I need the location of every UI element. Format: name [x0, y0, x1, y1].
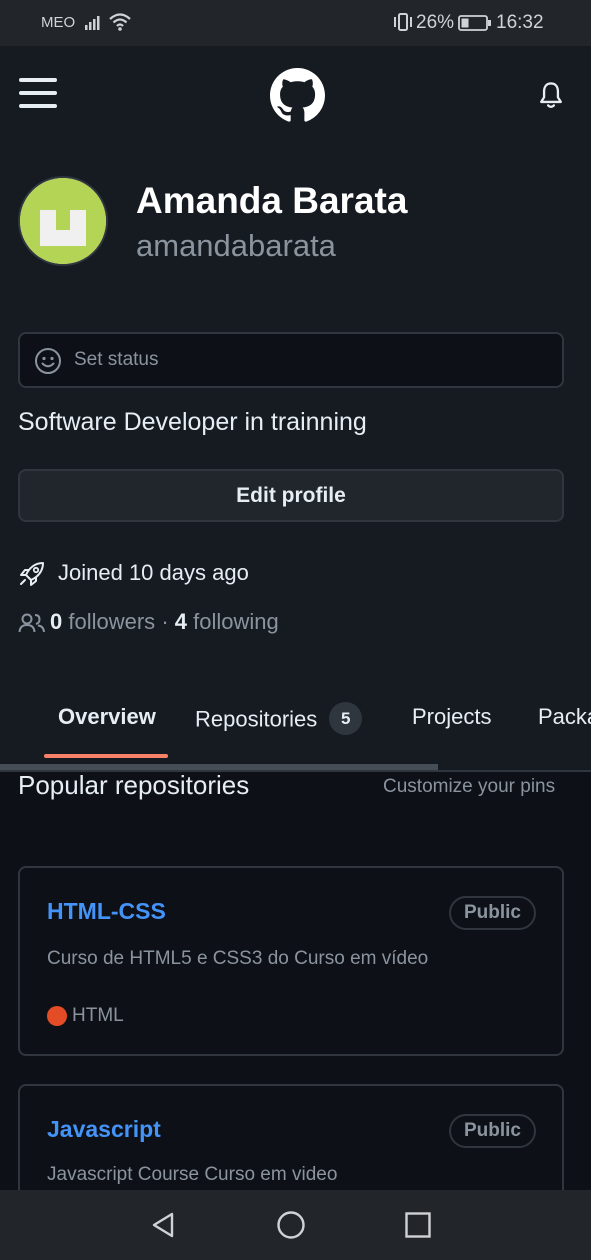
- followers-count: 0: [50, 609, 63, 634]
- identicon-image: [20, 178, 106, 264]
- home-icon[interactable]: [276, 1210, 306, 1240]
- customize-pins-link[interactable]: Customize your pins: [383, 776, 555, 798]
- following-link[interactable]: 4 following: [175, 609, 279, 634]
- bell-icon[interactable]: [537, 80, 565, 110]
- set-status-button[interactable]: Set status: [18, 332, 564, 388]
- username: amandabarata: [136, 228, 336, 263]
- repo-card-javascript: Javascript Public Javascript Course Curs…: [18, 1084, 564, 1190]
- avatar[interactable]: [18, 176, 108, 266]
- language-color-dot: [47, 1006, 67, 1026]
- tab-packages-label: Packa: [538, 704, 591, 729]
- follow-text: 0 followers · 4 following: [50, 609, 279, 635]
- battery-percent: 26%: [416, 12, 455, 33]
- visibility-badge: Public: [448, 1114, 536, 1148]
- app-header: [0, 46, 591, 146]
- visibility-badge: Public: [448, 896, 536, 930]
- active-tab-indicator: [44, 754, 168, 758]
- github-logo-icon[interactable]: [270, 68, 325, 123]
- smiley-icon: [35, 348, 61, 374]
- status-bar: MEO 26% 16:32: [0, 0, 591, 46]
- display-name: Amanda Barata: [136, 180, 408, 221]
- tab-overview[interactable]: Overview: [58, 704, 156, 730]
- carrier-label: MEO: [41, 14, 76, 31]
- followers-link[interactable]: 0 followers: [50, 609, 155, 634]
- repo-name-link[interactable]: HTML-CSS: [47, 898, 166, 925]
- tab-overview-label: Overview: [58, 704, 156, 729]
- recents-icon[interactable]: [403, 1210, 433, 1240]
- clock: 16:32: [496, 12, 544, 33]
- set-status-label: Set status: [74, 349, 159, 370]
- repo-description: Curso de HTML5 e CSS3 do Curso em vídeo: [47, 948, 429, 969]
- repo-name-link[interactable]: Javascript: [47, 1116, 161, 1143]
- battery-icon: [458, 15, 491, 31]
- wifi-icon: [109, 13, 131, 31]
- follow-stats: 0 followers · 4 following: [18, 606, 418, 638]
- follow-separator: ·: [161, 609, 169, 634]
- hamburger-menu-icon[interactable]: [19, 78, 57, 108]
- popular-repos-title: Popular repositories: [18, 770, 250, 800]
- people-icon: [18, 613, 45, 633]
- tab-projects-label: Projects: [412, 704, 492, 729]
- tab-packages[interactable]: Packa: [538, 704, 591, 730]
- system-nav-bar: [0, 1190, 591, 1260]
- tab-repositories[interactable]: Repositories 5: [195, 702, 363, 737]
- tab-repositories-label: Repositories: [195, 706, 318, 732]
- edit-profile-button[interactable]: Edit profile: [18, 469, 564, 522]
- following-count: 4: [174, 609, 188, 634]
- rocket-icon: [20, 562, 44, 586]
- language-name: HTML: [72, 1005, 124, 1026]
- joined-text: Joined 10 days ago: [58, 560, 249, 585]
- github-app: Amanda Barata amandabarata Set status So…: [0, 46, 591, 1190]
- repo-description: Javascript Course Curso em video: [47, 1164, 338, 1185]
- back-icon[interactable]: [148, 1210, 178, 1240]
- vibrate-icon: [394, 13, 412, 31]
- profile-bio: Software Developer in trainning: [18, 408, 367, 436]
- repositories-count-badge: 5: [329, 702, 363, 735]
- following-label: following: [193, 609, 279, 634]
- signal-icon: [85, 16, 100, 30]
- tab-projects[interactable]: Projects: [412, 704, 491, 730]
- followers-label: followers: [68, 609, 156, 634]
- repo-card-html-css: HTML-CSS Public Curso de HTML5 e CSS3 do…: [18, 866, 564, 1056]
- profile-tabs: Overview Repositories 5 Projects Packa: [0, 682, 591, 772]
